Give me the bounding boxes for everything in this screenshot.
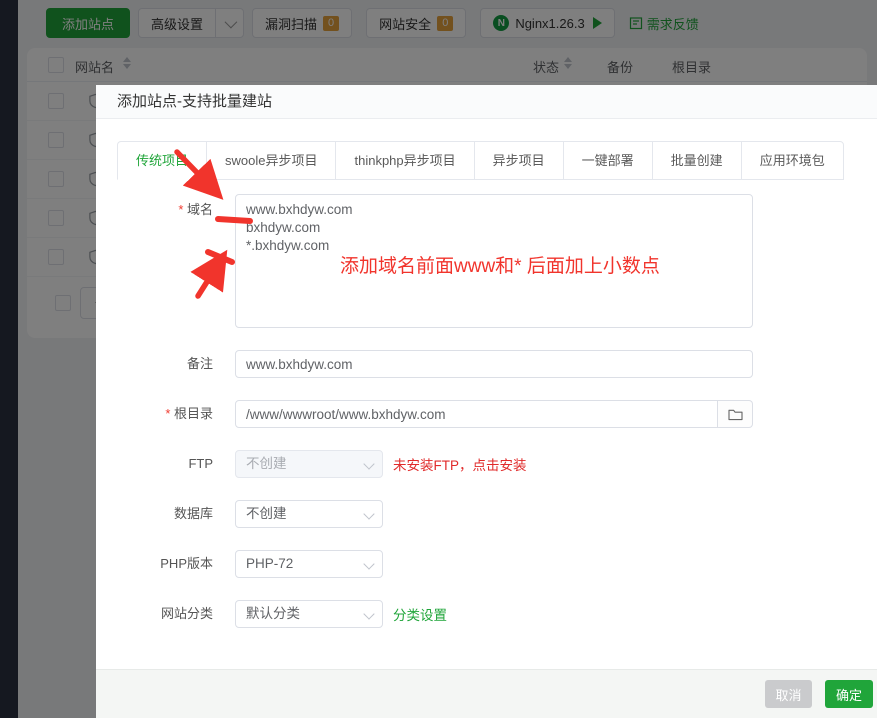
domain-label: 域名 xyxy=(117,194,213,224)
ftp-select: 不创建 xyxy=(235,450,383,478)
browse-folder-button[interactable] xyxy=(718,400,753,428)
cancel-button[interactable]: 取消 xyxy=(765,680,812,708)
chevron-down-icon xyxy=(363,558,374,569)
database-select[interactable]: 不创建 xyxy=(235,500,383,528)
category-settings-link[interactable]: 分类设置 xyxy=(393,604,447,624)
root-dir-label: 根目录 xyxy=(117,400,213,428)
ftp-select-value: 不创建 xyxy=(246,456,287,471)
app-viewport: 添加站点 高级设置 漏洞扫描 0 网站安全 0 N Nginx1.26.3 需求… xyxy=(0,0,877,718)
tab-thinkphp-async-project[interactable]: thinkphp异步项目 xyxy=(335,141,474,180)
tab-app-environment-package[interactable]: 应用环境包 xyxy=(741,141,844,180)
tab-swoole-async-project[interactable]: swoole异步项目 xyxy=(206,141,336,180)
annotation-note-text: 添加域名前面www和* 后面加上小数点 xyxy=(340,251,660,278)
php-version-select[interactable]: PHP-72 xyxy=(235,550,383,578)
php-version-select-value: PHP-72 xyxy=(246,556,293,571)
site-category-label: 网站分类 xyxy=(117,600,213,628)
database-select-value: 不创建 xyxy=(246,506,287,521)
tab-one-click-deploy[interactable]: 一键部署 xyxy=(563,141,653,180)
tab-traditional-project[interactable]: 传统项目 xyxy=(117,141,207,180)
add-site-modal: 添加站点-支持批量建站 传统项目 swoole异步项目 thinkphp异步项目… xyxy=(96,85,877,718)
root-dir-group xyxy=(235,400,753,428)
modal-title: 添加站点-支持批量建站 xyxy=(96,85,877,119)
remark-label: 备注 xyxy=(117,350,213,378)
modal-body: 传统项目 swoole异步项目 thinkphp异步项目 异步项目 一键部署 批… xyxy=(96,119,877,628)
ftp-install-hint[interactable]: 未安装FTP，点击安装 xyxy=(393,454,527,474)
php-version-label: PHP版本 xyxy=(117,550,213,578)
chevron-down-icon xyxy=(363,458,374,469)
chevron-down-icon xyxy=(363,608,374,619)
confirm-button[interactable]: 确定 xyxy=(825,680,873,708)
project-type-tabs: 传统项目 swoole异步项目 thinkphp异步项目 异步项目 一键部署 批… xyxy=(117,141,844,180)
tab-batch-create[interactable]: 批量创建 xyxy=(652,141,742,180)
tab-async-project[interactable]: 异步项目 xyxy=(474,141,564,180)
remark-input[interactable] xyxy=(235,350,753,378)
site-category-select-value: 默认分类 xyxy=(246,606,300,621)
root-dir-input[interactable] xyxy=(235,400,718,428)
folder-icon xyxy=(728,408,743,421)
ftp-label: FTP xyxy=(117,450,213,478)
chevron-down-icon xyxy=(363,508,374,519)
modal-footer: 取消 确定 xyxy=(96,669,877,718)
site-category-select[interactable]: 默认分类 xyxy=(235,600,383,628)
database-label: 数据库 xyxy=(117,500,213,528)
